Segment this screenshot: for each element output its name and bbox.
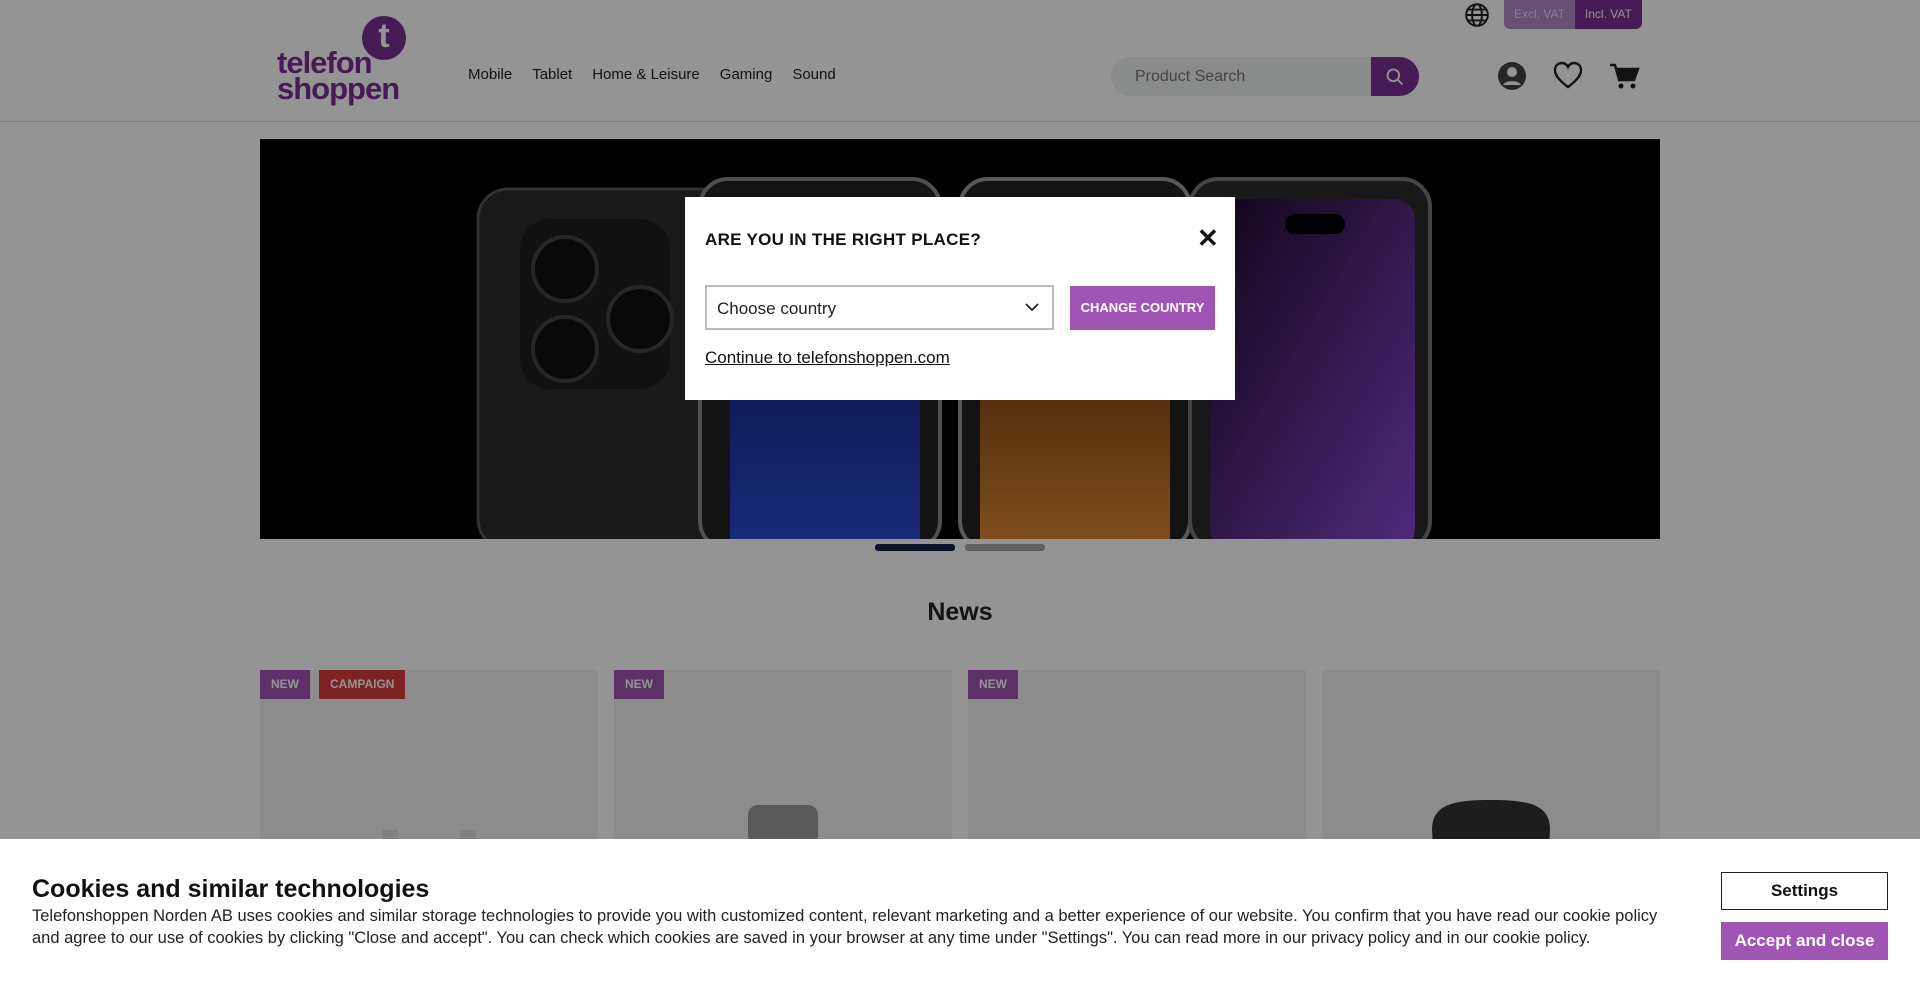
change-country-button[interactable]: CHANGE COUNTRY xyxy=(1070,286,1215,330)
close-icon[interactable]: ✕ xyxy=(1197,225,1219,251)
chevron-down-icon xyxy=(1025,303,1039,312)
cookie-title: Cookies and similar technologies xyxy=(32,875,430,903)
country-modal: ARE YOU IN THE RIGHT PLACE? ✕ Choose cou… xyxy=(685,197,1235,400)
cookie-banner: Cookies and similar technologies Telefon… xyxy=(0,839,1920,993)
country-select[interactable]: Choose country xyxy=(705,285,1054,330)
continue-link[interactable]: Continue to telefonshoppen.com xyxy=(705,348,950,368)
country-select-value: Choose country xyxy=(717,299,837,318)
cookie-text: Telefonshoppen Norden AB uses cookies an… xyxy=(32,907,1658,947)
cookie-settings-button[interactable]: Settings xyxy=(1721,872,1888,910)
modal-title: ARE YOU IN THE RIGHT PLACE? xyxy=(705,230,982,249)
cookie-accept-button[interactable]: Accept and close xyxy=(1721,922,1888,960)
